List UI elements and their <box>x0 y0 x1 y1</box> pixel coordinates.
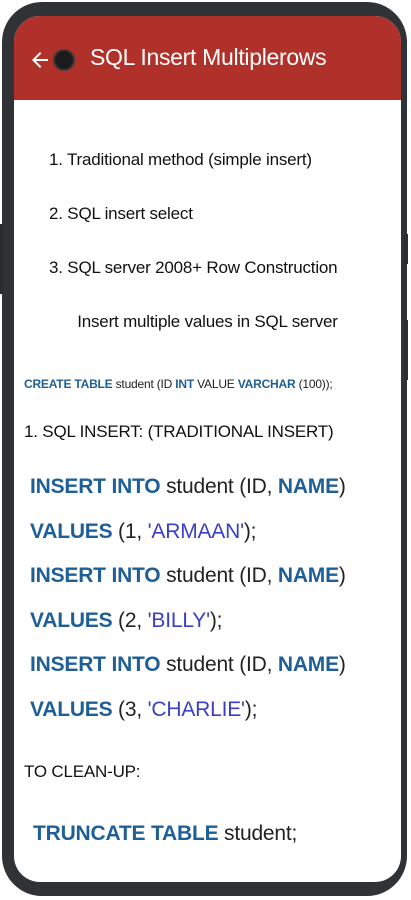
sql-string: 'ARMAAN' <box>147 520 244 543</box>
sql-text: ); <box>244 698 258 721</box>
sql-text: student (ID, <box>160 564 278 587</box>
sql-keyword: INSERT INTO <box>30 564 161 587</box>
method-item-1: 1. Traditional method (simple insert) <box>49 150 312 169</box>
insert-line-1: INSERT INTO student (ID, NAME) <box>30 475 346 499</box>
sql-keyword: NAME <box>277 653 339 676</box>
subtitle: Insert multiple values in SQL server <box>77 312 338 331</box>
truncate-statement: TRUNCATE TABLE student; <box>33 822 297 846</box>
volume-button <box>0 224 3 294</box>
method-item-2: 2. SQL insert select <box>49 204 193 223</box>
insert-line-3: INSERT INTO student (ID, NAME) <box>30 653 346 677</box>
sql-text: (2, <box>112 609 148 632</box>
sql-string: 'CHARLIE' <box>147 698 245 721</box>
sql-text: student (ID, <box>160 653 278 676</box>
sql-text: (3, <box>112 698 148 721</box>
values-line-1: VALUES (1, 'ARMAAN'); <box>30 520 257 544</box>
sql-text: ) <box>338 653 346 676</box>
sql-keyword: VALUES <box>30 698 113 721</box>
sql-keyword: CREATE TABLE <box>24 377 113 391</box>
create-table-statement: CREATE TABLE student (ID INT VALUE VARCH… <box>24 377 333 391</box>
sql-keyword: NAME <box>277 475 339 498</box>
sql-string: 'BILLY' <box>147 609 210 632</box>
sql-text: student (ID, <box>160 475 278 498</box>
app-screen: SQL Insert Multiplerows 1. Traditional m… <box>14 16 401 882</box>
sql-text: VALUE <box>194 377 238 391</box>
section-heading: 1. SQL INSERT: (TRADITIONAL INSERT) <box>24 422 334 441</box>
app-bar: SQL Insert Multiplerows <box>14 16 401 100</box>
values-line-2: VALUES (2, 'BILLY'); <box>30 609 223 633</box>
sql-keyword: VARCHAR <box>237 377 296 391</box>
sql-text: ); <box>243 520 257 543</box>
power-button <box>404 320 408 380</box>
sql-keyword: INSERT INTO <box>30 653 161 676</box>
sql-text: ) <box>338 564 346 587</box>
sql-text: (1, <box>112 520 148 543</box>
side-button-upper <box>404 234 408 264</box>
sql-text: ); <box>209 609 223 632</box>
camera-cutout <box>53 49 75 71</box>
device-frame: SQL Insert Multiplerows 1. Traditional m… <box>0 0 411 900</box>
sql-keyword: VALUES <box>30 609 113 632</box>
sql-text: student (ID <box>112 377 176 391</box>
sql-keyword: TRUNCATE TABLE <box>33 822 219 845</box>
sql-keyword: INSERT INTO <box>30 475 161 498</box>
sql-keyword: NAME <box>277 564 339 587</box>
sql-text: student; <box>218 822 298 845</box>
values-line-3: VALUES (3, 'CHARLIE'); <box>30 698 258 722</box>
sql-text: ) <box>338 475 346 498</box>
sql-keyword: INT <box>175 377 194 391</box>
page-title: SQL Insert Multiplerows <box>90 44 327 70</box>
sql-text: (100)); <box>295 377 333 391</box>
insert-line-2: INSERT INTO student (ID, NAME) <box>30 564 346 588</box>
method-item-3: 3. SQL server 2008+ Row Construction <box>49 258 338 277</box>
phone-body: SQL Insert Multiplerows 1. Traditional m… <box>0 2 408 896</box>
sql-keyword: VALUES <box>30 520 113 543</box>
back-arrow-icon[interactable] <box>28 48 52 72</box>
cleanup-label: TO CLEAN-UP: <box>24 762 141 781</box>
